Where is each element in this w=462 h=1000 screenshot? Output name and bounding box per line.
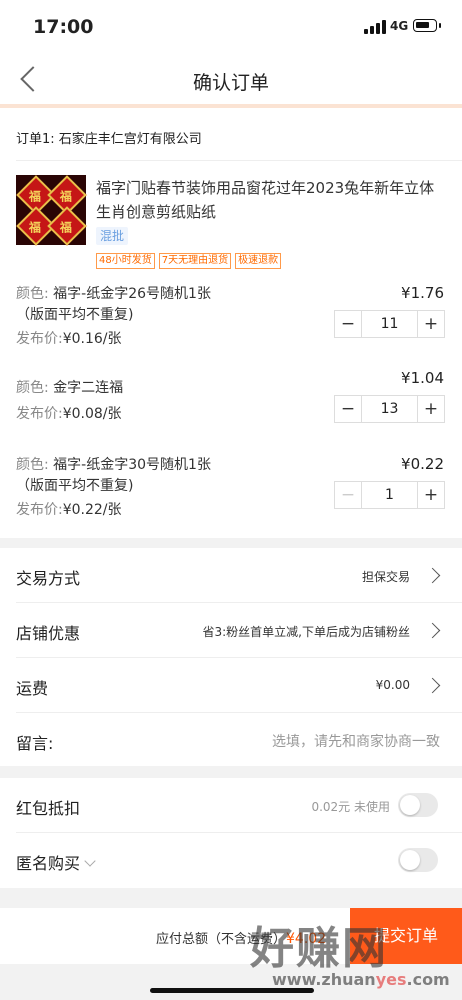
quantity-input[interactable]: 1 [362,482,417,508]
sku-color: 颜色: 金字二连福 [16,380,124,396]
divider [16,160,462,161]
home-indicator [150,988,314,993]
decrease-button[interactable]: − [335,311,362,337]
decrease-button[interactable]: − [335,396,362,422]
sku-unit-price: 发布价:¥0.08/张 [16,406,122,422]
sku-subtotal: ¥1.76 [401,284,444,302]
decrease-button[interactable]: − [335,482,362,508]
nav-bar: 确认订单 [0,54,462,106]
signal-icon [364,20,386,34]
total-amount: ¥4.02 [286,931,327,947]
service-tag: 7天无理由退货 [158,253,232,269]
chevron-down-icon [84,855,96,867]
product-title[interactable]: 福字门贴春节装饰用品窗花过年2023兔年新年立体生肖创意剪纸贴纸 [96,176,448,224]
mixed-batch-badge: 混批 [96,227,129,245]
sku-color: 颜色: 福字-纸金字26号随机1张 （版面平均不重复) [16,286,211,323]
trade-method-value: 担保交易 [361,570,410,584]
trade-method-row[interactable]: 交易方式 担保交易 [0,548,462,603]
chevron-right-icon [424,567,441,584]
quantity-input[interactable]: 11 [362,311,417,337]
sku-unit-price: 发布价:¥0.22/张 [16,502,122,518]
quantity-stepper: − 13 + [334,395,445,423]
anonymous-label[interactable]: 匿名购买 [16,850,96,874]
sku-color: 颜色: 福字-纸金字30号随机1张 （版面平均不重复) [16,457,211,494]
shipping-label: 运费 [16,679,49,698]
status-bar: 17:00 4G [0,0,462,54]
status-time: 17:00 [33,16,94,38]
redpack-value: 0.02元 未使用 [311,800,390,814]
submit-order-button[interactable]: 提交订单 [350,908,462,964]
trade-method-label: 交易方式 [16,569,81,588]
increase-button[interactable]: + [417,396,444,422]
battery-icon [413,19,441,32]
fu-glyph: 福 [28,189,41,204]
shop-name: 订单1: 石家庄丰仁宫灯有限公司 [16,132,202,147]
quantity-input[interactable]: 13 [362,396,417,422]
message-input[interactable]: 选填，请先和商家协商一致 [272,731,440,751]
order-options-card: 交易方式 担保交易 店铺优惠 省3:粉丝首单立减,下单后成为店铺粉丝 运费 ¥0… [0,548,462,766]
shop-promo-value: 省3:粉丝首单立减,下单后成为店铺粉丝 [202,625,411,639]
checkout-bar: 应付总额（不含运费）¥4.02 提交订单 [0,908,462,964]
increase-button[interactable]: + [417,482,444,508]
extras-card: 红包抵扣 0.02元 未使用 匿名购买 [0,778,462,888]
shop-promo-row[interactable]: 店铺优惠 省3:粉丝首单立减,下单后成为店铺粉丝 [0,603,462,658]
chevron-right-icon [424,677,441,694]
service-tags: 48小时发货 7天无理由退货 极速退款 [96,248,285,269]
sku-unit-price: 发布价:¥0.16/张 [16,331,122,347]
redpack-toggle[interactable] [398,793,438,817]
total-summary: 应付总额（不含运费）¥4.02 [156,928,326,947]
message-row[interactable]: 留言: 选填，请先和商家协商一致 [0,713,462,768]
sku-subtotal: ¥1.04 [401,369,444,387]
quantity-stepper: − 1 + [334,481,445,509]
shop-promo-label: 店铺优惠 [16,624,81,643]
service-tag: 极速退款 [235,253,282,269]
total-label: 应付总额（不含运费） [156,932,287,947]
shipping-row[interactable]: 运费 ¥0.00 [0,658,462,713]
page-title: 确认订单 [192,72,269,94]
message-label: 留言: [16,734,54,753]
service-tag: 48小时发货 [96,253,155,269]
watermark-url: www.zhuanyes.com [272,970,450,989]
increase-button[interactable]: + [417,311,444,337]
anonymous-row: 匿名购买 [0,833,462,888]
quantity-stepper: − 11 + [334,310,445,338]
product-thumbnail[interactable]: 福 福 福 福 [16,175,87,246]
redpack-row: 红包抵扣 0.02元 未使用 [0,778,462,833]
anonymous-toggle[interactable] [398,848,438,872]
chevron-right-icon [424,622,441,639]
sku-subtotal: ¥0.22 [401,455,444,473]
shipping-value: ¥0.00 [375,678,410,692]
network-type: 4G [390,19,409,33]
redpack-label: 红包抵扣 [16,799,81,818]
